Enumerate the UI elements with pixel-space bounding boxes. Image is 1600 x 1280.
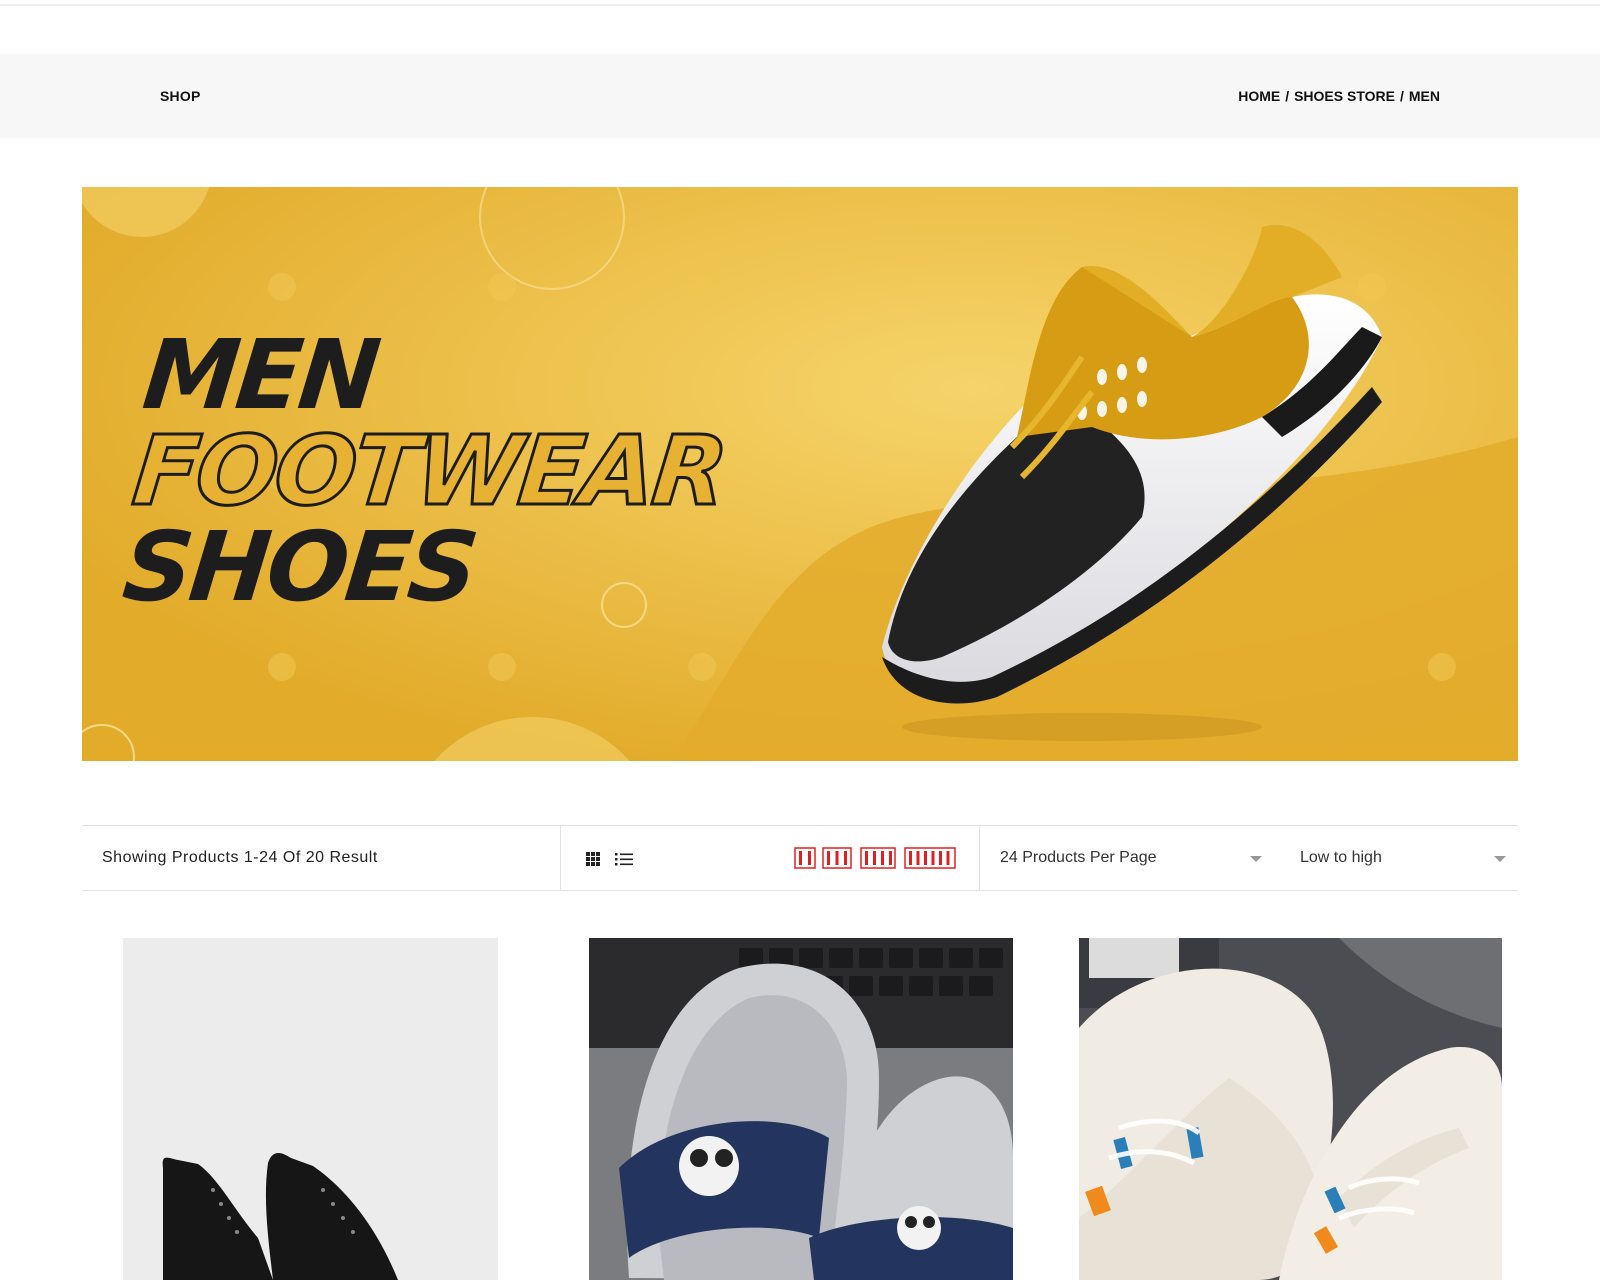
products-per-page-select[interactable]: 24 Products Per Page (1000, 840, 1262, 878)
category-banner: MEN FOOTWEAR SHOES (82, 187, 1518, 761)
banner-line-footwear: FOOTWEAR (127, 414, 732, 529)
breadcrumb-shoes-store[interactable]: SHOES STORE (1294, 88, 1395, 104)
grid-view-icon[interactable] (584, 850, 602, 868)
list-view-icon[interactable] (614, 850, 634, 868)
product-card-grey-dino-slides[interactable] (589, 938, 1013, 1280)
sort-select[interactable]: Low to high (1300, 840, 1506, 878)
toolbar-divider (979, 826, 980, 890)
caret-down-icon (1250, 856, 1262, 862)
breadcrumb-separator: / (1285, 88, 1290, 104)
product-image (589, 938, 1013, 1280)
top-divider (0, 4, 1600, 6)
product-card-black-leather-boots[interactable] (123, 938, 498, 1280)
shop-toolbar: Showing Products 1-24 Of 20 Result 24 Pr… (82, 825, 1518, 891)
banner-line-shoes: SHOES (118, 511, 481, 623)
banner-headline: MEN FOOTWEAR SHOES (118, 319, 739, 623)
per-page-value: 24 Products Per Page (1000, 849, 1157, 866)
breadcrumb-home[interactable]: HOME (1238, 88, 1280, 104)
two-columns-icon[interactable] (794, 847, 816, 869)
banner-line-men: MEN (138, 319, 383, 431)
toolbar-divider (560, 826, 561, 890)
three-columns-icon[interactable] (822, 847, 852, 869)
breadcrumb: HOME / SHOES STORE / MEN (1238, 88, 1440, 104)
sort-value: Low to high (1300, 849, 1382, 866)
four-columns-icon[interactable] (860, 847, 896, 869)
page-header: SHOP HOME / SHOES STORE / MEN (0, 54, 1600, 138)
product-card-white-sneakers[interactable] (1079, 938, 1502, 1280)
product-image (123, 938, 498, 1280)
breadcrumb-current: MEN (1408, 88, 1440, 104)
result-count: Showing Products 1-24 Of 20 Result (102, 849, 378, 866)
product-image (1079, 938, 1502, 1280)
caret-down-icon (1494, 856, 1506, 862)
breadcrumb-separator: / (1399, 88, 1404, 104)
page-title: SHOP (160, 88, 201, 104)
six-columns-icon[interactable] (904, 847, 956, 869)
